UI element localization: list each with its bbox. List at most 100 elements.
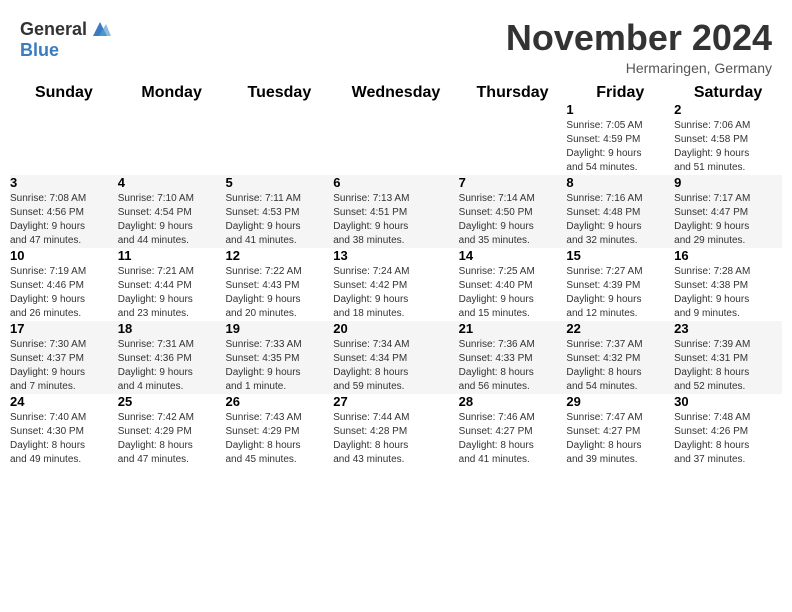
calendar-cell: 12 Sunrise: 7:22 AM Sunset: 4:43 PM Dayli… bbox=[226, 248, 334, 321]
day-number: 26 bbox=[226, 394, 334, 409]
calendar-header: Sunday Monday Tuesday Wednesday Thursday… bbox=[10, 84, 782, 102]
calendar-cell: 24 Sunrise: 7:40 AM Sunset: 4:30 PM Dayli… bbox=[10, 394, 118, 467]
logo-general-text: General bbox=[20, 19, 87, 40]
day-number: 25 bbox=[118, 394, 226, 409]
day-number: 1 bbox=[566, 102, 674, 117]
calendar-body: 1 Sunrise: 7:05 AM Sunset: 4:59 PM Daylig… bbox=[10, 102, 782, 467]
calendar-cell: 26 Sunrise: 7:43 AM Sunset: 4:29 PM Dayli… bbox=[226, 394, 334, 467]
day-info: Sunrise: 7:22 AM Sunset: 4:43 PM Dayligh… bbox=[226, 265, 334, 321]
calendar-cell bbox=[459, 102, 567, 175]
calendar-cell: 14 Sunrise: 7:25 AM Sunset: 4:40 PM Dayli… bbox=[459, 248, 567, 321]
col-tuesday: Tuesday bbox=[226, 84, 334, 102]
col-sunday: Sunday bbox=[10, 84, 118, 102]
day-info: Sunrise: 7:21 AM Sunset: 4:44 PM Dayligh… bbox=[118, 265, 226, 321]
day-info: Sunrise: 7:13 AM Sunset: 4:51 PM Dayligh… bbox=[333, 192, 458, 248]
calendar-cell: 30 Sunrise: 7:48 AM Sunset: 4:26 PM Dayli… bbox=[674, 394, 782, 467]
day-number: 9 bbox=[674, 175, 782, 190]
calendar-week-5: 24 Sunrise: 7:40 AM Sunset: 4:30 PM Dayli… bbox=[10, 394, 782, 467]
page-header: General Blue November 2024 Hermaringen, … bbox=[0, 0, 792, 84]
day-info: Sunrise: 7:11 AM Sunset: 4:53 PM Dayligh… bbox=[226, 192, 334, 248]
day-number: 19 bbox=[226, 321, 334, 336]
calendar-cell: 10 Sunrise: 7:19 AM Sunset: 4:46 PM Dayli… bbox=[10, 248, 118, 321]
calendar-cell: 4Sunrise: 7:10 AM Sunset: 4:54 PM Daylig… bbox=[118, 175, 226, 248]
calendar-cell: 2 Sunrise: 7:06 AM Sunset: 4:58 PM Daylig… bbox=[674, 102, 782, 175]
calendar-cell: 5 Sunrise: 7:11 AM Sunset: 4:53 PM Daylig… bbox=[226, 175, 334, 248]
day-info: Sunrise: 7:47 AM Sunset: 4:27 PM Dayligh… bbox=[566, 411, 674, 467]
logo-icon bbox=[89, 18, 111, 40]
day-number: 24 bbox=[10, 394, 118, 409]
day-info: Sunrise: 7:06 AM Sunset: 4:58 PM Dayligh… bbox=[674, 119, 782, 175]
day-info: Sunrise: 7:36 AM Sunset: 4:33 PM Dayligh… bbox=[459, 338, 567, 394]
calendar-cell bbox=[333, 102, 458, 175]
calendar-wrapper: Sunday Monday Tuesday Wednesday Thursday… bbox=[0, 84, 792, 477]
calendar-cell: 1 Sunrise: 7:05 AM Sunset: 4:59 PM Daylig… bbox=[566, 102, 674, 175]
day-number: 23 bbox=[674, 321, 782, 336]
day-info: Sunrise: 7:28 AM Sunset: 4:38 PM Dayligh… bbox=[674, 265, 782, 321]
day-info: Sunrise: 7:33 AM Sunset: 4:35 PM Dayligh… bbox=[226, 338, 334, 394]
day-info: Sunrise: 7:05 AM Sunset: 4:59 PM Dayligh… bbox=[566, 119, 674, 175]
calendar-cell: 29 Sunrise: 7:47 AM Sunset: 4:27 PM Dayli… bbox=[566, 394, 674, 467]
calendar-cell: 22Sunrise: 7:37 AM Sunset: 4:32 PM Dayli… bbox=[566, 321, 674, 394]
day-number: 14 bbox=[459, 248, 567, 263]
day-number: 7 bbox=[459, 175, 567, 190]
day-info: Sunrise: 7:25 AM Sunset: 4:40 PM Dayligh… bbox=[459, 265, 567, 321]
day-info: Sunrise: 7:30 AM Sunset: 4:37 PM Dayligh… bbox=[10, 338, 118, 394]
logo-blue-text: Blue bbox=[20, 40, 59, 61]
calendar-cell: 19 Sunrise: 7:33 AM Sunset: 4:35 PM Dayli… bbox=[226, 321, 334, 394]
calendar-cell: 21Sunrise: 7:36 AM Sunset: 4:33 PM Dayli… bbox=[459, 321, 567, 394]
calendar-table: Sunday Monday Tuesday Wednesday Thursday… bbox=[10, 84, 782, 467]
day-number: 8 bbox=[566, 175, 674, 190]
calendar-cell: 3Sunrise: 7:08 AM Sunset: 4:56 PM Daylig… bbox=[10, 175, 118, 248]
calendar-week-4: 17Sunrise: 7:30 AM Sunset: 4:37 PM Dayli… bbox=[10, 321, 782, 394]
calendar-cell: 20Sunrise: 7:34 AM Sunset: 4:34 PM Dayli… bbox=[333, 321, 458, 394]
day-number: 29 bbox=[566, 394, 674, 409]
day-number: 28 bbox=[459, 394, 567, 409]
calendar-cell: 18 Sunrise: 7:31 AM Sunset: 4:36 PM Dayli… bbox=[118, 321, 226, 394]
day-number: 5 bbox=[226, 175, 334, 190]
day-number: 30 bbox=[674, 394, 782, 409]
day-info: Sunrise: 7:16 AM Sunset: 4:48 PM Dayligh… bbox=[566, 192, 674, 248]
day-number: 2 bbox=[674, 102, 782, 117]
day-info: Sunrise: 7:43 AM Sunset: 4:29 PM Dayligh… bbox=[226, 411, 334, 467]
calendar-cell: 13 Sunrise: 7:24 AM Sunset: 4:42 PM Dayli… bbox=[333, 248, 458, 321]
day-number: 18 bbox=[118, 321, 226, 336]
day-number: 13 bbox=[333, 248, 458, 263]
calendar-cell: 8 Sunrise: 7:16 AM Sunset: 4:48 PM Daylig… bbox=[566, 175, 674, 248]
day-number: 16 bbox=[674, 248, 782, 263]
calendar-cell: 27Sunrise: 7:44 AM Sunset: 4:28 PM Dayli… bbox=[333, 394, 458, 467]
day-info: Sunrise: 7:31 AM Sunset: 4:36 PM Dayligh… bbox=[118, 338, 226, 394]
day-info: Sunrise: 7:40 AM Sunset: 4:30 PM Dayligh… bbox=[10, 411, 118, 467]
day-info: Sunrise: 7:46 AM Sunset: 4:27 PM Dayligh… bbox=[459, 411, 567, 467]
day-number: 20 bbox=[333, 321, 458, 336]
col-thursday: Thursday bbox=[459, 84, 567, 102]
calendar-cell: 23 Sunrise: 7:39 AM Sunset: 4:31 PM Dayli… bbox=[674, 321, 782, 394]
calendar-cell: 28 Sunrise: 7:46 AM Sunset: 4:27 PM Dayli… bbox=[459, 394, 567, 467]
day-info: Sunrise: 7:14 AM Sunset: 4:50 PM Dayligh… bbox=[459, 192, 567, 248]
month-title: November 2024 bbox=[506, 18, 772, 58]
calendar-cell: 9Sunrise: 7:17 AM Sunset: 4:47 PM Daylig… bbox=[674, 175, 782, 248]
day-info: Sunrise: 7:24 AM Sunset: 4:42 PM Dayligh… bbox=[333, 265, 458, 321]
calendar-cell bbox=[226, 102, 334, 175]
calendar-cell: 11Sunrise: 7:21 AM Sunset: 4:44 PM Dayli… bbox=[118, 248, 226, 321]
title-section: November 2024 Hermaringen, Germany bbox=[506, 18, 772, 76]
calendar-cell: 17Sunrise: 7:30 AM Sunset: 4:37 PM Dayli… bbox=[10, 321, 118, 394]
day-number: 10 bbox=[10, 248, 118, 263]
col-friday: Friday bbox=[566, 84, 674, 102]
day-info: Sunrise: 7:10 AM Sunset: 4:54 PM Dayligh… bbox=[118, 192, 226, 248]
day-number: 3 bbox=[10, 175, 118, 190]
col-wednesday: Wednesday bbox=[333, 84, 458, 102]
col-saturday: Saturday bbox=[674, 84, 782, 102]
calendar-week-3: 10 Sunrise: 7:19 AM Sunset: 4:46 PM Dayli… bbox=[10, 248, 782, 321]
calendar-cell: 7 Sunrise: 7:14 AM Sunset: 4:50 PM Daylig… bbox=[459, 175, 567, 248]
day-info: Sunrise: 7:27 AM Sunset: 4:39 PM Dayligh… bbox=[566, 265, 674, 321]
header-row: Sunday Monday Tuesday Wednesday Thursday… bbox=[10, 84, 782, 102]
calendar-cell: 6Sunrise: 7:13 AM Sunset: 4:51 PM Daylig… bbox=[333, 175, 458, 248]
calendar-week-1: 1 Sunrise: 7:05 AM Sunset: 4:59 PM Daylig… bbox=[10, 102, 782, 175]
calendar-cell: 15Sunrise: 7:27 AM Sunset: 4:39 PM Dayli… bbox=[566, 248, 674, 321]
day-info: Sunrise: 7:19 AM Sunset: 4:46 PM Dayligh… bbox=[10, 265, 118, 321]
calendar-cell bbox=[10, 102, 118, 175]
day-info: Sunrise: 7:39 AM Sunset: 4:31 PM Dayligh… bbox=[674, 338, 782, 394]
day-info: Sunrise: 7:48 AM Sunset: 4:26 PM Dayligh… bbox=[674, 411, 782, 467]
calendar-cell: 25Sunrise: 7:42 AM Sunset: 4:29 PM Dayli… bbox=[118, 394, 226, 467]
day-number: 12 bbox=[226, 248, 334, 263]
